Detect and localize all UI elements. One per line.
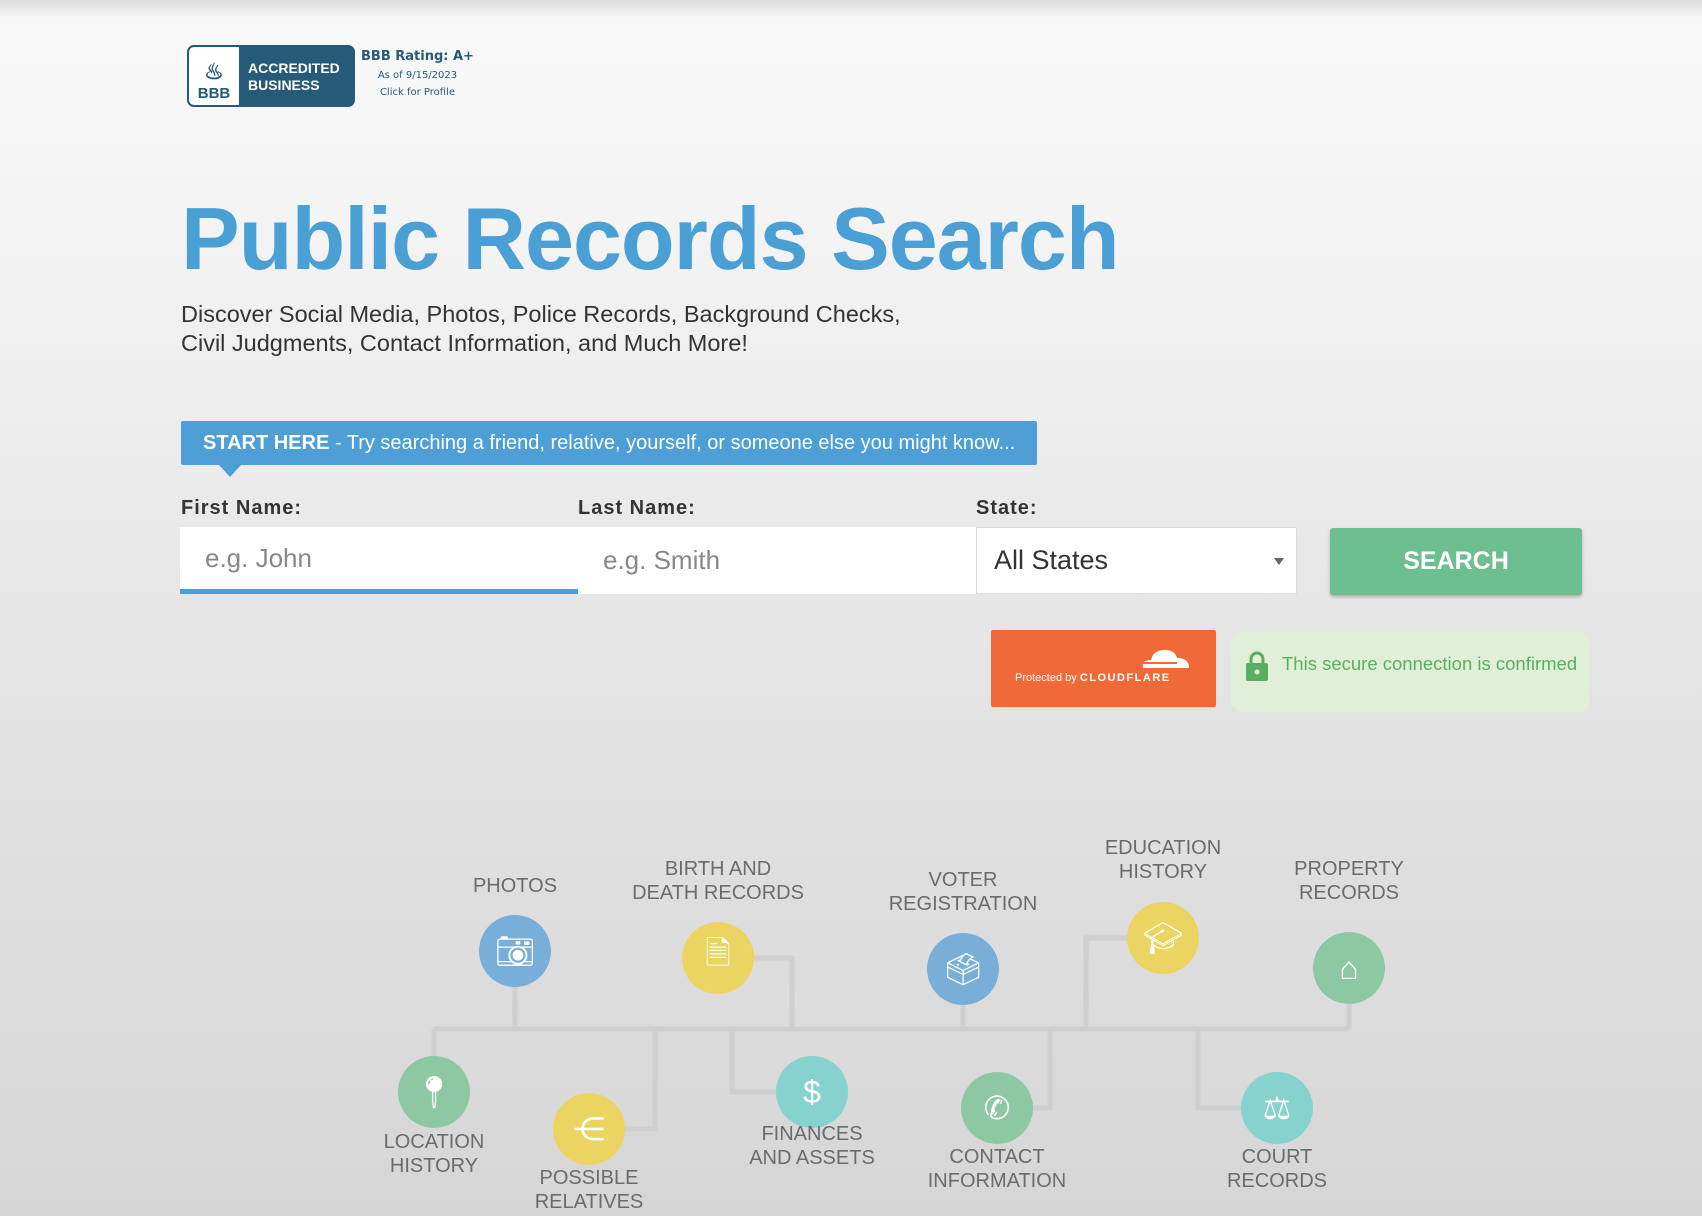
category-label-line1: Photos bbox=[472, 875, 558, 897]
category-label-line2: Records bbox=[1226, 1170, 1327, 1192]
map-pin-icon: 📍︎ bbox=[413, 1074, 455, 1110]
category-label-line2: Relatives bbox=[534, 1191, 644, 1213]
share-network-icon: ⋲ bbox=[573, 1111, 605, 1147]
category-label-line1: Voter bbox=[928, 869, 998, 891]
category-possible-circle[interactable]: ⋲ bbox=[553, 1093, 625, 1165]
category-label-line1: Finances bbox=[761, 1123, 863, 1145]
category-label[interactable]: Property Records bbox=[1239, 857, 1459, 905]
category-birth and-circle[interactable]: 🗎 bbox=[682, 922, 754, 994]
category-finances-circle[interactable]: $ bbox=[776, 1056, 848, 1128]
camera-icon: 📷︎ bbox=[494, 933, 536, 969]
category-label-line2: Registration bbox=[888, 893, 1038, 915]
category-connector-lines bbox=[431, 935, 1352, 1132]
category-voter-circle[interactable]: 🗳︎ bbox=[927, 933, 999, 1005]
category-label-line1: Birth and bbox=[664, 858, 772, 880]
documents-icon: 🗎 bbox=[705, 935, 731, 971]
ballot-icon: 🗳︎ bbox=[942, 951, 984, 987]
category-label[interactable]: Contact Information bbox=[887, 1145, 1107, 1193]
category-label-line1: Contact bbox=[949, 1146, 1045, 1168]
connector-birth bbox=[754, 955, 795, 1029]
house-icon: ⌂ bbox=[1339, 949, 1359, 986]
category-label-line2: Death Records bbox=[632, 882, 804, 904]
gavel-icon: ⚖ bbox=[1262, 1090, 1292, 1126]
connector-relatives bbox=[625, 1029, 658, 1132]
category-label-line2: Records bbox=[1298, 882, 1399, 904]
category-label[interactable]: Photos bbox=[405, 874, 625, 898]
phone-icon: ✆ bbox=[983, 1090, 1011, 1126]
category-property-circle[interactable]: ⌂ bbox=[1313, 932, 1385, 1004]
connector-court bbox=[1195, 1029, 1241, 1111]
connector-finances bbox=[729, 1029, 776, 1095]
category-label-line2: Information bbox=[927, 1170, 1067, 1192]
connector-education bbox=[1083, 935, 1127, 1029]
category-court-circle[interactable]: ⚖ bbox=[1241, 1072, 1313, 1144]
category-label-line1: Location bbox=[383, 1131, 485, 1153]
category-label[interactable]: Possible Relatives bbox=[479, 1166, 699, 1214]
graduation-cap-icon: 🎓︎ bbox=[1142, 920, 1184, 956]
category-education-circle[interactable]: 🎓︎ bbox=[1127, 902, 1199, 974]
category-label-line1: Court bbox=[1241, 1146, 1313, 1168]
connector-contact bbox=[1033, 1029, 1053, 1111]
category-photos-circle[interactable]: 📷︎ bbox=[479, 915, 551, 987]
category-label[interactable]: Court Records bbox=[1167, 1145, 1387, 1193]
category-label-line1: Possible bbox=[539, 1167, 639, 1189]
category-contact-circle[interactable]: ✆ bbox=[961, 1072, 1033, 1144]
category-label[interactable]: Birth and Death Records bbox=[608, 857, 828, 905]
category-label[interactable]: Voter Registration bbox=[853, 868, 1073, 916]
category-location-circle[interactable]: 📍︎ bbox=[398, 1056, 470, 1128]
money-icon: $ bbox=[803, 1073, 821, 1110]
category-label-line1: Property bbox=[1294, 858, 1404, 880]
